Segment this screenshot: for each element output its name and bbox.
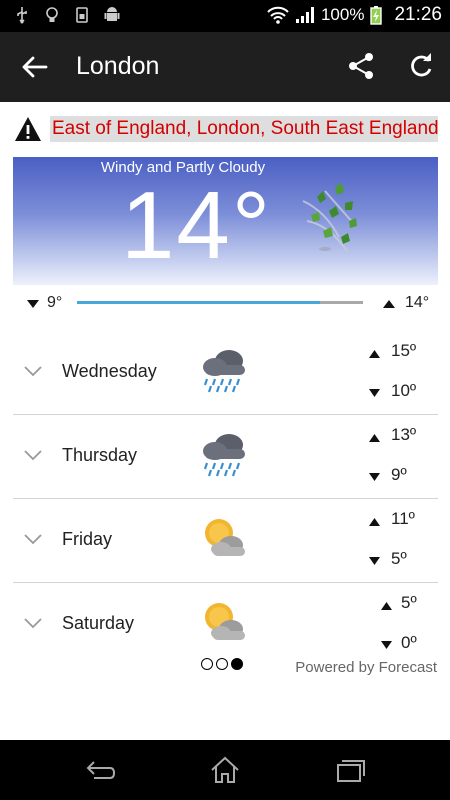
range-fill: [77, 301, 321, 304]
partly-cloudy-icon: [205, 519, 245, 556]
page-dot[interactable]: [216, 658, 228, 670]
current-weather-panel: Windy and Partly Cloudy 14°: [13, 157, 438, 285]
powered-by[interactable]: Powered by Forecast: [295, 659, 437, 676]
android-icon: [104, 7, 120, 21]
up-arrow-icon: [369, 350, 380, 358]
forecast-low: 0º: [401, 633, 417, 651]
range-high: 14°: [405, 294, 430, 311]
signal-icon: [295, 7, 314, 23]
windy-leaves-icon: [302, 183, 357, 252]
forecast-day: Wednesday: [62, 361, 157, 381]
wifi-icon: [267, 6, 289, 24]
battery-percent: 100%: [320, 5, 365, 24]
down-arrow-icon: [369, 389, 380, 397]
forecast-low: 5º: [391, 549, 407, 568]
forecast-row[interactable]: Wednesday 15º 10º: [13, 331, 438, 415]
battery-charging-icon: [370, 6, 383, 25]
down-arrow-icon: [369, 557, 380, 565]
forecast-row[interactable]: Saturday 5º 0º: [13, 583, 438, 651]
chevron-down-icon[interactable]: [23, 449, 43, 461]
lightbulb-icon: [46, 7, 58, 22]
forecast-low: 9º: [391, 465, 407, 484]
forecast-day: Thursday: [62, 445, 138, 465]
forecast-row[interactable]: Thursday 13º 9º: [13, 415, 438, 499]
back-icon[interactable]: [84, 756, 116, 784]
range-track: [77, 301, 363, 304]
current-temperature: 14°: [121, 172, 273, 279]
down-arrow-icon: [27, 300, 39, 308]
down-arrow-icon: [381, 641, 392, 649]
usb-icon: [17, 7, 27, 24]
forecast-row[interactable]: Friday 11º 5º: [13, 499, 438, 583]
forecast-high: 13º: [391, 425, 417, 444]
sim-card-icon: [76, 7, 88, 23]
forecast-high: 15º: [391, 341, 417, 360]
page-title: London: [76, 52, 160, 80]
chevron-down-icon[interactable]: [23, 365, 43, 377]
temperature-range: 9° 14°: [13, 292, 438, 318]
up-arrow-icon: [383, 300, 395, 308]
forecast-day: Friday: [62, 529, 113, 549]
share-icon[interactable]: [346, 51, 376, 81]
status-bar: 100% 21:26: [0, 0, 450, 32]
weather-alert[interactable]: East of England, London, South East Engl…: [12, 114, 438, 144]
home-icon[interactable]: [209, 756, 241, 784]
partly-cloudy-icon: [205, 603, 245, 640]
range-low: 9°: [47, 294, 63, 311]
refresh-icon[interactable]: [406, 51, 436, 81]
forecast-high: 5º: [401, 593, 417, 612]
forecast-day: Saturday: [62, 613, 135, 633]
app-bar: London: [0, 32, 450, 102]
rain-cloud-icon: [203, 350, 245, 393]
page-indicator: [201, 658, 247, 672]
chevron-down-icon[interactable]: [23, 617, 43, 629]
page-dot-active[interactable]: [231, 658, 243, 670]
up-arrow-icon: [381, 602, 392, 610]
down-arrow-icon: [369, 473, 380, 481]
status-time: 21:26: [394, 4, 442, 25]
warning-icon: [15, 117, 41, 141]
forecast-low: 10º: [391, 381, 417, 400]
recents-icon[interactable]: [334, 756, 366, 784]
up-arrow-icon: [369, 518, 380, 526]
alert-text: East of England, London, South East Engl…: [50, 116, 438, 142]
back-arrow-icon[interactable]: [18, 52, 52, 82]
page-dot[interactable]: [201, 658, 213, 670]
up-arrow-icon: [369, 434, 380, 442]
rain-cloud-icon: [203, 434, 245, 477]
forecast-high: 11º: [391, 509, 415, 528]
chevron-down-icon[interactable]: [23, 533, 43, 545]
navigation-bar: [0, 740, 450, 800]
